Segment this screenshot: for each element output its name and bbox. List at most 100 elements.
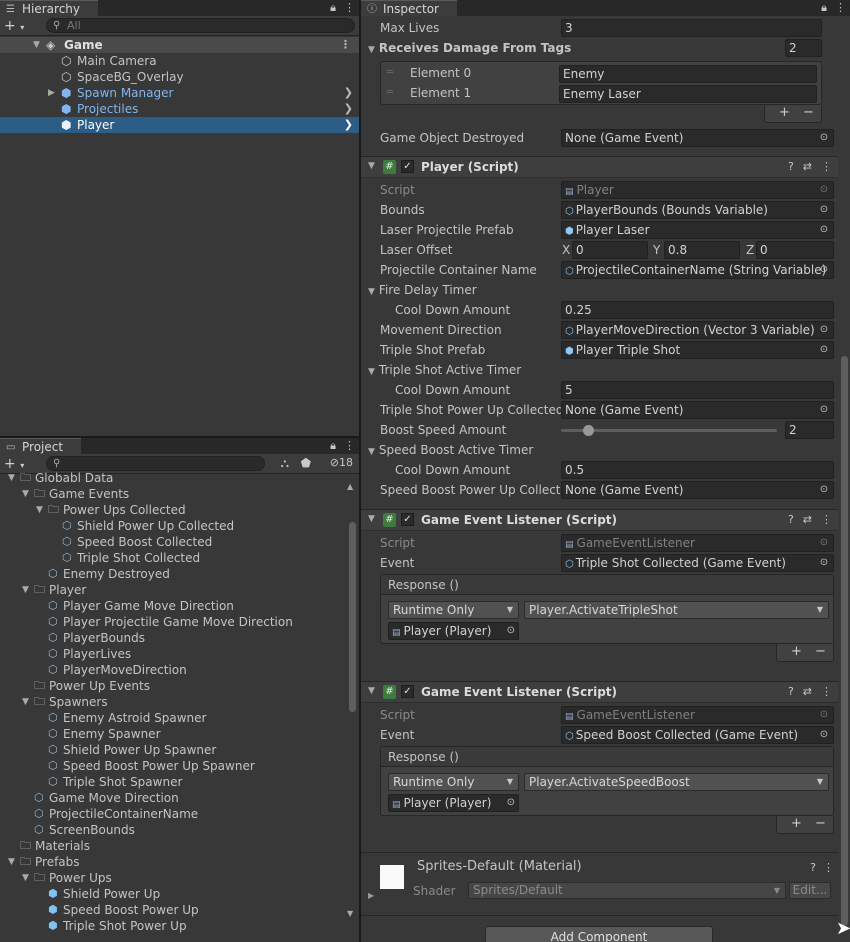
foldout-arrow-icon[interactable]: ▼ [22, 486, 29, 502]
object-picker-icon[interactable]: ⊙ [507, 623, 515, 639]
lock-icon[interactable]: 🔒︎ [330, 1, 336, 14]
runtime-dropdown[interactable]: Runtime Only ▼ [388, 601, 519, 619]
scene-menu-icon[interactable]: ⋮ [340, 37, 351, 53]
kebab-menu-icon[interactable]: ⋮ [344, 1, 355, 14]
runtime-dropdown[interactable]: Runtime Only ▼ [388, 773, 519, 791]
project-folder[interactable]: ▼ 🗀︎ Spawners [0, 694, 347, 710]
project-search-input[interactable]: ⚲ [46, 456, 265, 471]
add-response-button[interactable]: + [791, 816, 802, 832]
bounds-field[interactable]: ⬡ PlayerBounds (Bounds Variable) ⊙ [561, 201, 834, 219]
offset-y-field[interactable]: 0.8 [664, 241, 740, 259]
object-picker-icon[interactable]: ⊙ [817, 262, 831, 278]
project-asset[interactable]: ⬡ Enemy Astroid Spawner [0, 710, 347, 726]
scroll-up-arrow-icon[interactable]: ▲ [347, 482, 353, 491]
speed-boost-timer-foldout[interactable]: ▼ Speed Boost Active Timer [368, 441, 533, 459]
projectile-container-field[interactable]: ⬡ ProjectileContainerName (String Variabl… [561, 261, 834, 279]
project-asset[interactable]: ⬡ Speed Boost Collected [0, 534, 347, 550]
project-asset[interactable]: ⬡ Enemy Spawner [0, 726, 347, 742]
help-icon[interactable]: ? [788, 513, 794, 526]
enabled-checkbox[interactable]: ✓ [401, 160, 414, 173]
element-field[interactable]: Enemy Laser [559, 85, 817, 103]
speed-boost-collected-field[interactable]: None (Game Event) ⊙ [561, 481, 834, 499]
hierarchy-item-selected[interactable]: ⬢ Player ❯ [0, 117, 359, 133]
foldout-arrow-icon[interactable]: ▼ [8, 854, 15, 870]
hierarchy-item[interactable]: ⬡ Main Camera [0, 53, 359, 69]
offset-z-field[interactable]: 0 [756, 241, 834, 259]
object-picker-icon[interactable]: ⊙ [817, 727, 831, 743]
project-asset[interactable]: ⬡ ScreenBounds [0, 822, 347, 838]
target-object-field[interactable]: ▤ Player (Player) ⊙ [388, 622, 519, 640]
project-asset[interactable]: ⬡ Triple Shot Collected [0, 550, 347, 566]
help-icon[interactable]: ? [788, 685, 794, 698]
triple-shot-cooldown-field[interactable]: 5 [561, 381, 834, 399]
help-icon[interactable]: ? [810, 861, 816, 874]
inspector-tab[interactable]: ⓘ Inspector [361, 0, 457, 16]
project-asset[interactable]: ⬡ Enemy Destroyed [0, 566, 347, 582]
project-asset[interactable]: ⬢ Shield Power Up [0, 886, 347, 902]
preset-icon[interactable]: ⇄ [803, 160, 812, 173]
project-folder[interactable]: ▼ 🗀︎ Game Events [0, 486, 347, 502]
lock-icon[interactable]: 🔒︎ [821, 1, 827, 14]
receives-damage-foldout[interactable]: ▼ Receives Damage From Tags [368, 39, 571, 57]
drag-handle-icon[interactable]: ═ [387, 67, 393, 78]
list-element[interactable]: ═ Element 0 Enemy [381, 64, 821, 84]
movement-direction-field[interactable]: ⬡ PlayerMoveDirection (Vector 3 Variable)… [561, 321, 834, 339]
preset-icon[interactable]: ⇄ [803, 685, 812, 698]
component-menu-icon[interactable]: ⋮ [821, 513, 832, 526]
object-picker-icon[interactable]: ⊙ [817, 222, 831, 238]
project-folder[interactable]: ▼ 🗀︎ Globabl Data [0, 470, 347, 486]
triple-shot-collected-field[interactable]: None (Game Event) ⊙ [561, 401, 834, 419]
enabled-checkbox[interactable]: ✓ [401, 513, 414, 526]
component-menu-icon[interactable]: ⋮ [823, 861, 834, 874]
object-picker-icon[interactable]: ⊙ [507, 795, 515, 811]
offset-x-field[interactable]: 0 [572, 241, 648, 259]
hierarchy-item[interactable]: ⬢ Projectiles ❯ [0, 101, 359, 117]
boost-speed-slider[interactable] [361, 421, 838, 439]
element-field[interactable]: Enemy [559, 65, 817, 83]
scrollbar-thumb[interactable] [349, 522, 356, 712]
object-picker-icon[interactable]: ⊙ [817, 130, 831, 146]
boost-speed-field[interactable]: 2 [785, 421, 834, 439]
project-folder[interactable]: ▼ 🗀︎ Power Ups Collected [0, 502, 347, 518]
method-dropdown[interactable]: Player.ActivateSpeedBoost ▼ [524, 773, 829, 791]
slider-knob[interactable] [583, 425, 594, 436]
component-menu-icon[interactable]: ⋮ [821, 160, 832, 173]
enabled-checkbox[interactable]: ✓ [401, 685, 414, 698]
foldout-arrow-icon[interactable]: ▼ [22, 582, 29, 598]
project-asset[interactable]: ⬡ PlayerMoveDirection [0, 662, 347, 678]
project-asset[interactable]: ⬡ PlayerLives [0, 646, 347, 662]
object-picker-icon[interactable]: ⊙ [817, 402, 831, 418]
project-folder[interactable]: ▼ 🗀︎ Player [0, 582, 347, 598]
object-picker-icon[interactable]: ⊙ [817, 482, 831, 498]
help-icon[interactable]: ? [788, 160, 794, 173]
project-asset[interactable]: ⬡ Speed Boost Power Up Spawner [0, 758, 347, 774]
foldout-arrow-icon[interactable]: ▼ [8, 470, 15, 486]
hierarchy-search-input[interactable]: ⚲ All [46, 18, 355, 33]
scroll-down-arrow-icon[interactable]: ▼ [347, 909, 353, 918]
project-asset[interactable]: ⬡ ProjectileContainerName [0, 806, 347, 822]
foldout-arrow-icon[interactable]: ▼ [368, 686, 375, 696]
triple-shot-timer-foldout[interactable]: ▼ Triple Shot Active Timer [368, 361, 521, 379]
remove-element-button[interactable]: − [803, 105, 814, 121]
method-dropdown[interactable]: Player.ActivateTripleShot ▼ [524, 601, 829, 619]
add-element-button[interactable]: + [779, 105, 790, 121]
max-lives-field[interactable]: 3 [561, 19, 822, 37]
array-size-field[interactable]: 2 [785, 39, 822, 57]
foldout-arrow-icon[interactable]: ▶ [368, 891, 374, 900]
filter-by-type-icon[interactable]: ⛬ [281, 456, 289, 471]
project-folder[interactable]: ▼ 🗀︎ Prefabs [0, 854, 347, 870]
project-asset[interactable]: ⬡ Game Move Direction [0, 790, 347, 806]
list-element[interactable]: ═ Element 1 Enemy Laser [381, 84, 821, 104]
kebab-menu-icon[interactable]: ⋮ [835, 1, 846, 14]
component-menu-icon[interactable]: ⋮ [821, 685, 832, 698]
add-response-button[interactable]: + [791, 644, 802, 660]
collapse-arrow-icon[interactable]: ▶ [48, 85, 55, 101]
laser-prefab-field[interactable]: ⬢ Player Laser ⊙ [561, 221, 834, 239]
lock-icon[interactable]: 🔒︎ [330, 439, 336, 452]
add-component-button[interactable]: Add Component [485, 926, 713, 942]
project-scrollbar[interactable]: ▲ ▼ [347, 482, 357, 918]
triple-shot-prefab-field[interactable]: ⬢ Player Triple Shot ⊙ [561, 341, 834, 359]
foldout-arrow-icon[interactable]: ▼ [368, 514, 375, 524]
project-asset[interactable]: ⬡ Player Game Move Direction [0, 598, 347, 614]
project-asset[interactable]: ⬡ Shield Power Up Spawner [0, 742, 347, 758]
